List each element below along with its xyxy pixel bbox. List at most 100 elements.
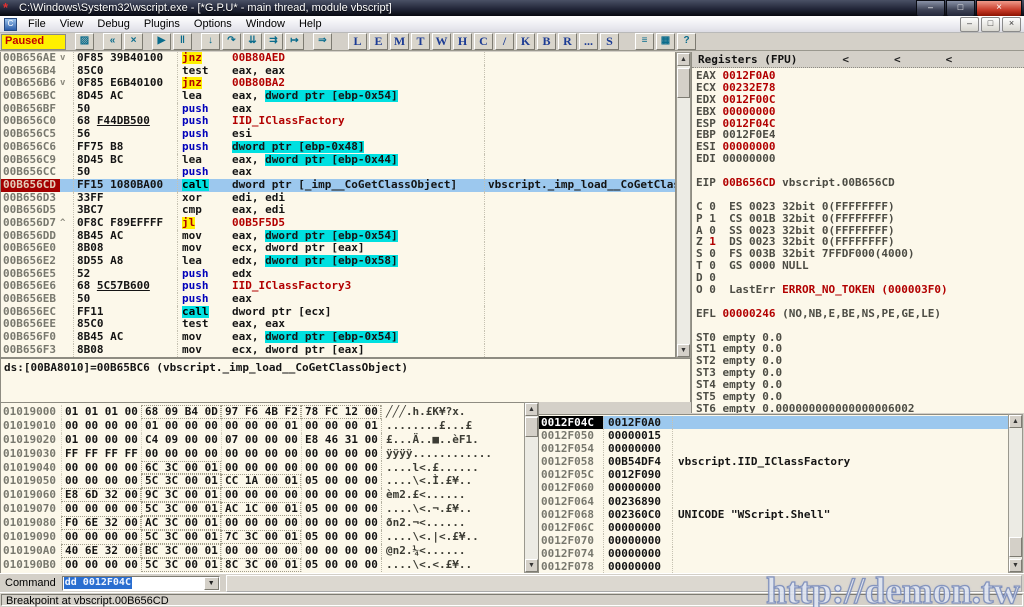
register-line[interactable]: ST5 empty 0.0 (696, 391, 1024, 403)
menu-view[interactable]: View (53, 17, 91, 31)
references-window-button[interactable]: R (558, 33, 577, 50)
close-program-button[interactable]: × (124, 33, 143, 50)
breakpoints-window-button[interactable]: B (537, 33, 556, 50)
disasm-row[interactable]: 00B656ECFF11calldword ptr [ecx] (1, 306, 675, 319)
disasm-row[interactable]: 00B656C98D45 BCleaeax, dword ptr [ebp-0x… (1, 154, 675, 167)
help-button[interactable]: ? (677, 33, 696, 50)
disasm-row[interactable]: 00B656C068 F44DB500pushIID_IClassFactory (1, 115, 675, 128)
threads-window-button[interactable]: T (411, 33, 430, 50)
dump-row[interactable]: 0101909000 00 00 005C 3C 00 017C 3C 00 0… (1, 530, 524, 544)
log-window-button[interactable]: L (348, 33, 367, 50)
register-line[interactable]: ST0 empty 0.0 (696, 332, 1024, 344)
collapse-chevron-icon[interactable]: < (842, 53, 849, 66)
stack-row[interactable]: 0012F06000000000 (539, 481, 1008, 494)
register-line[interactable]: D 0 (696, 272, 1024, 284)
maximize-button[interactable]: □ (946, 0, 975, 17)
register-line[interactable]: S 0 FS 003B 32bit 7FFDF000(4000) (696, 248, 1024, 260)
menu-window[interactable]: Window (239, 17, 292, 31)
register-line[interactable]: EDI 00000000 (696, 153, 1024, 165)
registers-pane[interactable]: Registers (FPU) < < < EAX 0012F0A0ECX 00… (691, 52, 1024, 413)
call-stack-button[interactable]: K (516, 33, 535, 50)
register-line[interactable]: ESI 00000000 (696, 141, 1024, 153)
source-window-button[interactable]: S (600, 33, 619, 50)
collapse-chevron-icon[interactable]: < (894, 53, 901, 66)
menu-debug[interactable]: Debug (90, 17, 136, 31)
scroll-thumb[interactable] (677, 68, 690, 98)
appearance-button[interactable]: ▦ (656, 33, 675, 50)
register-line[interactable]: C 0 ES 0023 32bit 0(FFFFFFFF) (696, 201, 1024, 213)
stack-row[interactable]: 0012F05800B54DF4vbscript.IID_IClassFacto… (539, 455, 1008, 468)
disasm-row[interactable]: 00B656F38B08movecx, dword ptr [eax] (1, 344, 675, 357)
disasm-row[interactable]: 00B656D7^0F8C F89EFFFFjl00B5F5D5 (1, 217, 675, 230)
disasm-row[interactable]: 00B656CC50pusheax (1, 166, 675, 179)
register-line[interactable]: T 0 GS 0000 NULL (696, 260, 1024, 272)
dump-row[interactable]: 01019060E8 6D 32 009C 3C 00 0100 00 00 0… (1, 488, 524, 502)
stack-row[interactable]: 0012F05C0012F090 (539, 468, 1008, 481)
scroll-thumb[interactable] (1009, 537, 1022, 557)
menu-plugins[interactable]: Plugins (137, 17, 187, 31)
dump-row[interactable]: 010190B000 00 00 005C 3C 00 018C 3C 00 0… (1, 558, 524, 572)
register-line[interactable] (696, 296, 1024, 308)
disasm-row[interactable]: 00B656DD8B45 ACmoveax, dword ptr [ebp-0x… (1, 230, 675, 243)
register-line[interactable]: ST6 empty 0.000000000000000006002 (696, 403, 1024, 413)
register-line[interactable]: EFL 00000246 (NO,NB,E,BE,NS,PE,GE,LE) (696, 308, 1024, 320)
dump-scrollbar[interactable]: ▲ ▼ (524, 402, 539, 573)
register-line[interactable]: ST4 empty 0.0 (696, 379, 1024, 391)
animate-over-button[interactable]: ⇉ (264, 33, 283, 50)
register-line[interactable]: A 0 SS 0023 32bit 0(FFFFFFFF) (696, 225, 1024, 237)
dump-row[interactable]: 01019080F0 6E 32 00AC 3C 00 0100 00 00 0… (1, 516, 524, 530)
mdi-minimize-button[interactable]: – (960, 17, 979, 32)
disasm-row[interactable]: 00B656BF50pusheax (1, 103, 675, 116)
register-line[interactable]: EBX 00000000 (696, 106, 1024, 118)
cpu-window-icon[interactable]: C (4, 18, 17, 31)
menu-help[interactable]: Help (292, 17, 329, 31)
register-line[interactable]: Z 1 DS 0023 32bit 0(FFFFFFFF) (696, 236, 1024, 248)
scroll-up-icon[interactable]: ▲ (1009, 415, 1022, 428)
register-line[interactable] (696, 320, 1024, 332)
disassembly-scrollbar[interactable]: ▲ ▼ (676, 52, 691, 358)
execute-till-return-button[interactable]: ↦ (285, 33, 304, 50)
executables-window-button[interactable]: E (369, 33, 388, 50)
dump-row[interactable]: 0101902001 00 00 00C4 09 00 0007 00 00 0… (1, 433, 524, 447)
register-line[interactable]: ST2 empty 0.0 (696, 355, 1024, 367)
command-input[interactable]: dd 0012F04C ▼ (62, 576, 220, 591)
step-into-button[interactable]: ↓ (201, 33, 220, 50)
stack-pane[interactable]: 0012F04C0012F0A00012F050000000150012F054… (538, 414, 1008, 573)
dump-row[interactable]: 01019030FF FF FF FF00 00 00 0000 00 00 0… (1, 447, 524, 461)
patches-window-button[interactable]: / (495, 33, 514, 50)
dump-row[interactable]: 0101900001 01 01 0068 09 B4 0D97 F6 4B F… (1, 405, 524, 419)
register-line[interactable]: O 0 LastErr ERROR_NO_TOKEN (000003F0) (696, 284, 1024, 296)
dump-row[interactable]: 0101904000 00 00 006C 3C 00 0100 00 00 0… (1, 461, 524, 475)
stack-row[interactable]: 0012F04C0012F0A0 (539, 416, 1008, 429)
stack-row[interactable]: 0012F05000000015 (539, 429, 1008, 442)
dropdown-arrow-icon[interactable]: ▼ (204, 577, 219, 590)
register-line[interactable]: EBP 0012F0E4 (696, 129, 1024, 141)
scroll-thumb[interactable] (525, 417, 538, 437)
register-line[interactable]: EAX 0012F0A0 (696, 70, 1024, 82)
scroll-down-icon[interactable]: ▼ (1009, 559, 1022, 572)
scroll-down-icon[interactable]: ▼ (677, 344, 690, 357)
disasm-row[interactable]: 00B656BC8D45 ACleaeax, dword ptr [ebp-0x… (1, 90, 675, 103)
stack-row[interactable]: 0012F07800000000 (539, 560, 1008, 573)
memory-map-button[interactable]: M (390, 33, 409, 50)
pause-button[interactable]: ‖ (173, 33, 192, 50)
menu-options[interactable]: Options (187, 17, 239, 31)
scroll-up-icon[interactable]: ▲ (525, 403, 538, 416)
stack-scrollbar[interactable]: ▲ ▼ (1008, 414, 1023, 573)
stack-row[interactable]: 0012F06C00000000 (539, 521, 1008, 534)
handles-window-button[interactable]: H (453, 33, 472, 50)
register-line[interactable]: EDX 0012F00C (696, 94, 1024, 106)
disasm-row[interactable]: 00B656D53BC7cmpeax, edi (1, 204, 675, 217)
register-line[interactable]: EIP 00B656CD vbscript.00B656CD (696, 177, 1024, 189)
stack-row[interactable]: 0012F068002360C0UNICODE "WScript.Shell" (539, 508, 1008, 521)
restart-button[interactable]: « (103, 33, 122, 50)
open-file-button[interactable]: ▨ (75, 33, 94, 50)
stack-row[interactable]: 0012F07000000000 (539, 534, 1008, 547)
stack-row[interactable]: 0012F07400000000 (539, 547, 1008, 560)
disasm-row[interactable]: 00B656EB50pusheax (1, 293, 675, 306)
register-line[interactable]: ST1 empty 0.0 (696, 343, 1024, 355)
stack-row[interactable]: 0012F06400236890 (539, 495, 1008, 508)
disassembly-pane[interactable]: 00B656AEv0F85 39B40100jnz00B80AED00B656B… (0, 52, 676, 358)
go-to-address-button[interactable]: ⇒ (313, 33, 332, 50)
scroll-up-icon[interactable]: ▲ (677, 53, 690, 66)
